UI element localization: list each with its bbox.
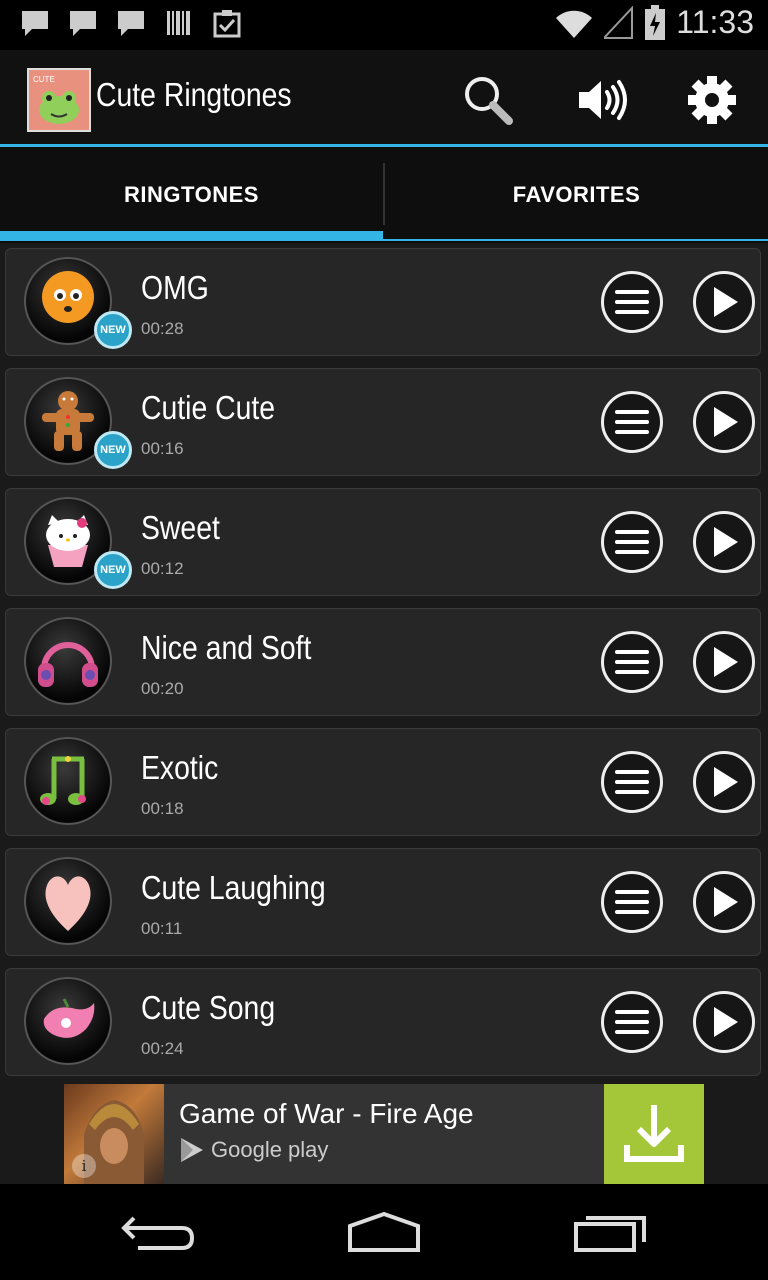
play-button[interactable] [693,271,755,333]
play-button[interactable] [693,751,755,813]
action-bar: CUTE Cute Ringtones [0,50,768,147]
back-button[interactable] [110,1204,210,1260]
play-button[interactable] [693,631,755,693]
play-icon [714,767,738,797]
menu-button[interactable] [601,991,663,1053]
back-icon [121,1216,195,1250]
menu-icon [615,890,649,914]
play-button[interactable] [693,991,755,1053]
menu-button[interactable] [601,631,663,693]
google-play-icon [181,1138,203,1162]
list-item[interactable]: NEW Cutie Cute 00:16 [5,368,761,476]
volume-icon [579,80,627,120]
app-title: Cute Ringtones [96,76,292,113]
ringtone-name: Cutie Cute [141,389,276,426]
tab-ringtones[interactable]: RINGTONES [0,147,383,243]
play-button[interactable] [693,871,755,933]
menu-button[interactable] [601,391,663,453]
list-item[interactable]: Cute Song 00:24 [5,968,761,1076]
list-item[interactable]: Nice and Soft 00:20 [5,608,761,716]
play-icon [714,407,738,437]
ringtone-duration: 00:24 [141,1039,184,1058]
play-button[interactable] [693,391,755,453]
play-icon [714,527,738,557]
download-icon [624,1105,684,1162]
ringtone-duration: 00:20 [141,679,184,698]
tab-indicator [0,231,383,241]
menu-icon [615,530,649,554]
list-item[interactable]: Cute Laughing 00:11 [5,848,761,956]
list-item[interactable]: Exotic 00:18 [5,728,761,836]
ringtone-name: OMG [141,269,209,306]
menu-icon [615,410,649,434]
battery-charging-icon [645,4,666,40]
list-item[interactable]: NEW OMG 00:28 [5,248,761,356]
menu-icon [615,1010,649,1034]
recents-button[interactable] [560,1204,660,1260]
new-badge: NEW [94,311,132,349]
play-button[interactable] [693,511,755,573]
play-icon [714,1007,738,1037]
pink-headphones-icon [24,617,112,705]
search-button[interactable] [460,72,516,128]
new-badge: NEW [94,431,132,469]
menu-icon [615,650,649,674]
new-badge: NEW [94,551,132,589]
ringtone-duration: 00:16 [141,439,184,458]
menu-icon [615,770,649,794]
status-bar: 11:33 [0,0,768,50]
home-button[interactable] [334,1204,434,1260]
barcode-icon [167,11,190,35]
ringtone-name: Nice and Soft [141,629,312,666]
clipboard-check-icon [213,10,241,38]
ringtone-name: Sweet [141,509,220,546]
gear-icon [688,76,736,124]
volume-button[interactable] [575,72,631,128]
frog-icon: CUTE [29,70,89,130]
chat-icon [70,11,96,36]
settings-button[interactable] [684,72,740,128]
pink-heart-icon [24,857,112,945]
tab-bar: RINGTONES FAVORITES [0,147,768,243]
play-icon [714,287,738,317]
app-icon[interactable]: CUTE [27,68,91,132]
ringtone-name: Cute Song [141,989,276,1026]
ringtone-duration: 00:11 [141,919,183,938]
tab-underline [383,239,768,241]
ad-download-button[interactable] [604,1084,704,1184]
menu-button[interactable] [601,271,663,333]
navigation-bar [0,1184,768,1280]
music-note-flowers-icon [24,737,112,825]
search-icon [465,77,513,125]
ringtone-name: Exotic [141,749,219,786]
recents-icon [574,1216,646,1252]
google-play-badge: Google play [179,1136,328,1164]
ad-title: Game of War - Fire Age [179,1098,474,1129]
clock: 11:33 [676,4,754,40]
ad-store-label: Google play [211,1137,329,1162]
pink-bird-icon [24,977,112,1065]
chat-icon [118,11,144,36]
list-item[interactable]: NEW Sweet 00:12 [5,488,761,596]
tab-favorites[interactable]: FAVORITES [385,147,768,243]
play-icon [714,647,738,677]
ringtone-duration: 00:12 [141,559,184,578]
play-icon [714,887,738,917]
menu-button[interactable] [601,871,663,933]
ringtone-name: Cute Laughing [141,869,326,906]
ad-info-icon[interactable]: i [72,1154,96,1178]
notification-icons [20,8,242,38]
menu-button[interactable] [601,751,663,813]
home-icon [348,1211,420,1252]
signal-icon [604,5,634,39]
menu-button[interactable] [601,511,663,573]
menu-icon [615,290,649,314]
ad-banner[interactable]: i Game of War - Fire Age Google play [64,1084,704,1184]
ringtone-duration: 00:18 [141,799,184,818]
chat-icon [22,11,48,36]
app-icon-label: CUTE [33,75,55,84]
ringtone-duration: 00:28 [141,319,184,338]
wifi-icon [556,10,593,38]
